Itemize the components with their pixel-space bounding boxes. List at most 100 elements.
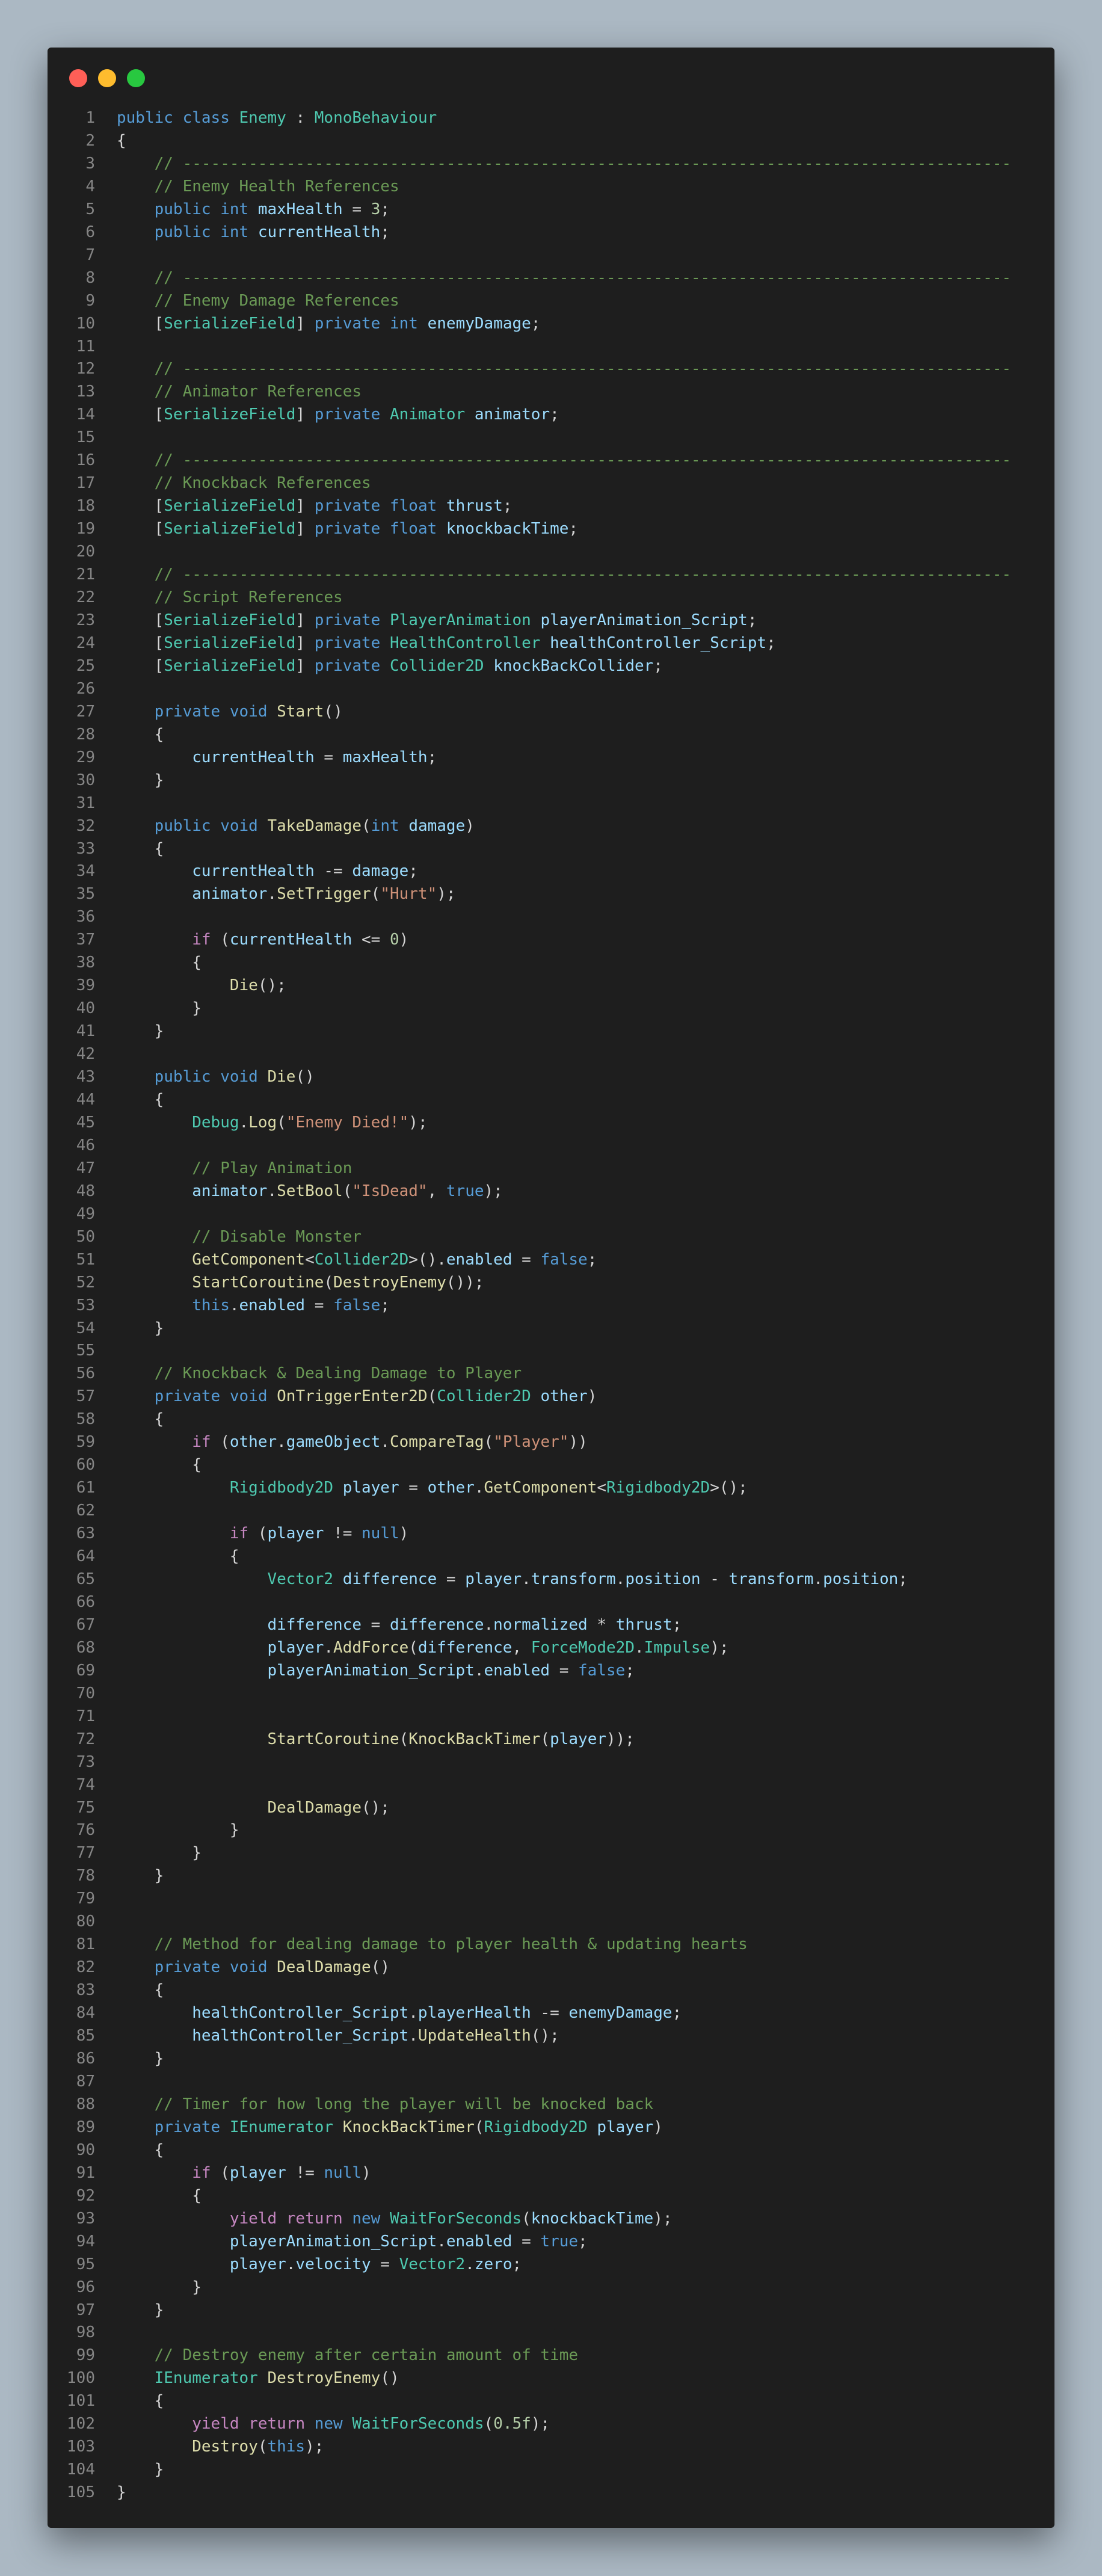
code-token: . — [484, 1615, 494, 1634]
code-token: ; — [531, 314, 541, 333]
code-line: 38 { — [48, 952, 1054, 975]
code-token: animator — [192, 885, 268, 904]
code-token: SerializeField — [164, 656, 296, 675]
code-token: . — [324, 1638, 334, 1657]
code-token: } — [117, 1844, 202, 1863]
code-token: public — [154, 200, 211, 218]
code-token: ; — [653, 656, 663, 675]
code-token: void — [220, 1068, 258, 1086]
code-line: 95 player.velocity = Vector2.zero; — [48, 2254, 1054, 2276]
line-content: if (player != null) — [117, 1523, 408, 1545]
code-token: // Enemy Health References — [154, 177, 399, 196]
code-token: // Method for dealing damage to player h… — [154, 1935, 748, 1954]
code-token: Start — [277, 702, 324, 721]
code-token: DealDamage — [267, 1798, 362, 1817]
line-number: 36 — [76, 908, 95, 926]
line-number: 53 — [76, 1296, 95, 1314]
code-token: player — [597, 2118, 654, 2136]
code-token: ; — [578, 2232, 588, 2251]
line-content: { — [117, 1979, 164, 2002]
code-token: "Enemy Died!" — [286, 1113, 409, 1132]
line-number: 33 — [76, 839, 95, 858]
code-token: * — [587, 1615, 616, 1634]
code-token: normalized — [493, 1615, 588, 1634]
line-number: 52 — [76, 1273, 95, 1292]
line-content: // Knockback References — [117, 472, 371, 495]
line-number: 77 — [76, 1844, 95, 1863]
code-line: 51 GetComponent<Collider2D>().enabled = … — [48, 1249, 1054, 1272]
code-line: 9 // Enemy Damage References — [48, 290, 1054, 313]
line-number: 17 — [76, 474, 95, 493]
code-token: ) — [399, 931, 409, 949]
code-token: true — [446, 1182, 484, 1200]
code-token: new — [352, 2209, 381, 2228]
code-token: private — [154, 1958, 221, 1977]
line-number: 103 — [67, 2438, 95, 2456]
code-token: false — [540, 1250, 588, 1269]
code-token: other — [540, 1387, 588, 1406]
code-token: [ — [117, 656, 164, 675]
code-token: [ — [117, 497, 164, 516]
line-content: } — [117, 2276, 202, 2299]
code-token: . — [408, 2004, 418, 2023]
line-content: currentHealth -= damage; — [117, 860, 418, 883]
code-token: Animator — [389, 405, 466, 424]
code-token: UpdateHealth — [417, 2027, 531, 2045]
close-button[interactable] — [69, 69, 87, 87]
code-token: . — [229, 1296, 239, 1314]
code-token: private — [314, 656, 381, 675]
minimize-button[interactable] — [98, 69, 116, 87]
code-token: // Timer for how long the player will be… — [154, 2095, 654, 2113]
code-token: int — [371, 816, 399, 835]
code-token: { — [117, 954, 202, 972]
code-editor[interactable]: 1 public class Enemy : MonoBehaviour 2{3 /… — [48, 107, 1054, 2504]
code-line: 84 healthController_Script.playerHealth … — [48, 2002, 1054, 2025]
code-token: ; — [672, 2004, 682, 2023]
line-content: IEnumerator DestroyEnemy() — [117, 2367, 399, 2390]
code-line: 28 { — [48, 724, 1054, 747]
line-number: 97 — [76, 2300, 95, 2319]
code-token: return — [286, 2209, 343, 2228]
line-content: { — [117, 2139, 164, 2162]
code-token: = — [362, 1615, 390, 1634]
code-token: velocity — [295, 2255, 371, 2273]
code-token: . — [474, 1479, 484, 1497]
code-token: . — [813, 1570, 823, 1588]
line-number: 43 — [76, 1068, 95, 1086]
line-number: 94 — [76, 2232, 95, 2251]
maximize-button[interactable] — [127, 69, 145, 87]
code-token: = — [342, 200, 371, 218]
code-token: ] — [295, 656, 315, 675]
line-content: } — [117, 1020, 164, 1043]
code-token: private — [154, 2118, 221, 2136]
code-token: < — [597, 1479, 607, 1497]
line-content: } — [117, 1317, 164, 1340]
code-token: ); — [408, 1113, 428, 1132]
code-token: ; — [672, 1615, 682, 1634]
code-token: < — [305, 1250, 315, 1269]
code-line: 100 IEnumerator DestroyEnemy() — [48, 2367, 1054, 2390]
line-content: // -------------------------------------… — [117, 153, 1011, 176]
code-token: SerializeField — [164, 633, 296, 652]
code-token: = — [437, 1570, 466, 1588]
line-number: 99 — [76, 2346, 95, 2365]
code-line: 11 — [48, 336, 1054, 359]
code-token: Rigidbody2D — [229, 1479, 334, 1497]
line-number: 47 — [76, 1159, 95, 1177]
code-line: 82 private void DealDamage() — [48, 1956, 1054, 1979]
code-line: 66 — [48, 1591, 1054, 1614]
line-number: 79 — [76, 1890, 95, 1908]
